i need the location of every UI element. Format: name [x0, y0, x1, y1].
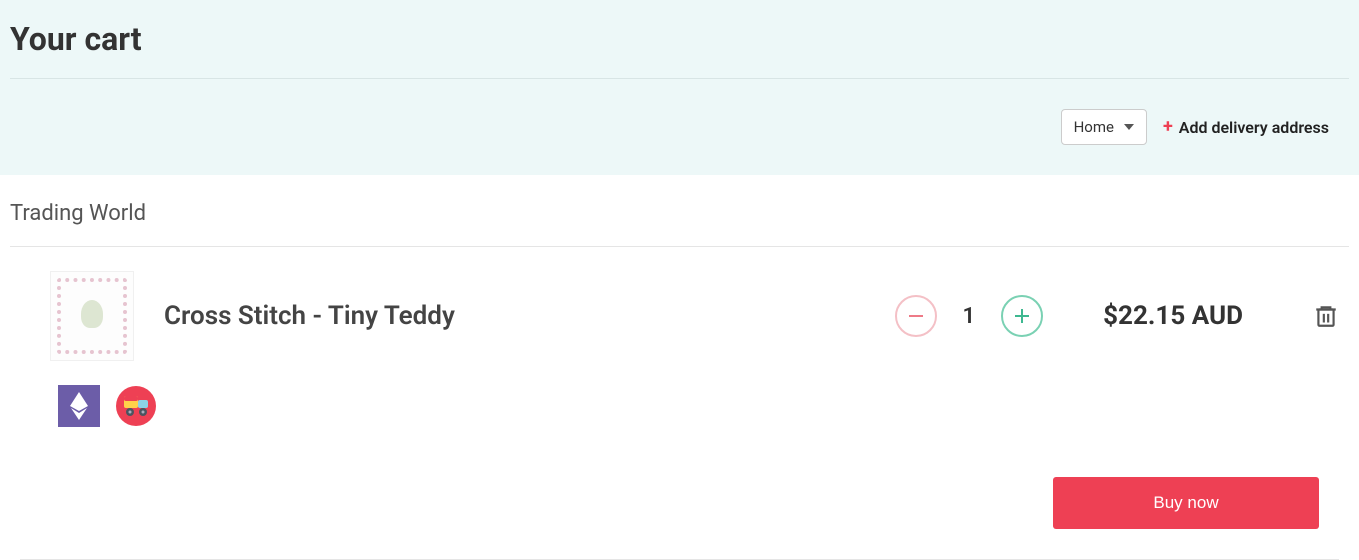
delivery-bar: Home + Add delivery address — [10, 79, 1349, 175]
cart-item-row: Cross Stitch - Tiny Teddy 1 $22.15 AUD — [10, 247, 1349, 385]
plus-icon: + — [1163, 118, 1173, 136]
badge-row — [10, 385, 1349, 457]
delivery-address-dropdown[interactable]: Home — [1061, 109, 1147, 145]
buy-row: Buy now — [10, 457, 1349, 559]
delivery-badge[interactable] — [116, 386, 156, 426]
item-price: $22.15 AUD — [1103, 301, 1243, 331]
ethereum-badge[interactable] — [58, 385, 100, 427]
caret-down-icon — [1124, 124, 1134, 130]
product-thumbnail[interactable] — [50, 271, 134, 361]
plus-icon — [1015, 309, 1029, 323]
remove-item-button[interactable] — [1313, 303, 1339, 329]
minus-icon — [909, 315, 923, 317]
ethereum-icon — [69, 392, 89, 420]
buy-now-button[interactable]: Buy now — [1053, 477, 1319, 529]
decrement-button[interactable] — [895, 295, 937, 337]
delivery-truck-icon — [122, 394, 150, 418]
add-delivery-address-button[interactable]: + Add delivery address — [1163, 118, 1329, 137]
quantity-value: 1 — [963, 304, 976, 329]
page-title: Your cart — [10, 10, 1349, 78]
product-name[interactable]: Cross Stitch - Tiny Teddy — [164, 301, 865, 331]
dropdown-selected-label: Home — [1074, 118, 1114, 136]
increment-button[interactable] — [1001, 295, 1043, 337]
vendor-name: Trading World — [10, 193, 1349, 246]
trash-icon — [1313, 303, 1339, 329]
add-address-label: Add delivery address — [1179, 118, 1329, 137]
quantity-stepper: 1 — [895, 295, 1044, 337]
